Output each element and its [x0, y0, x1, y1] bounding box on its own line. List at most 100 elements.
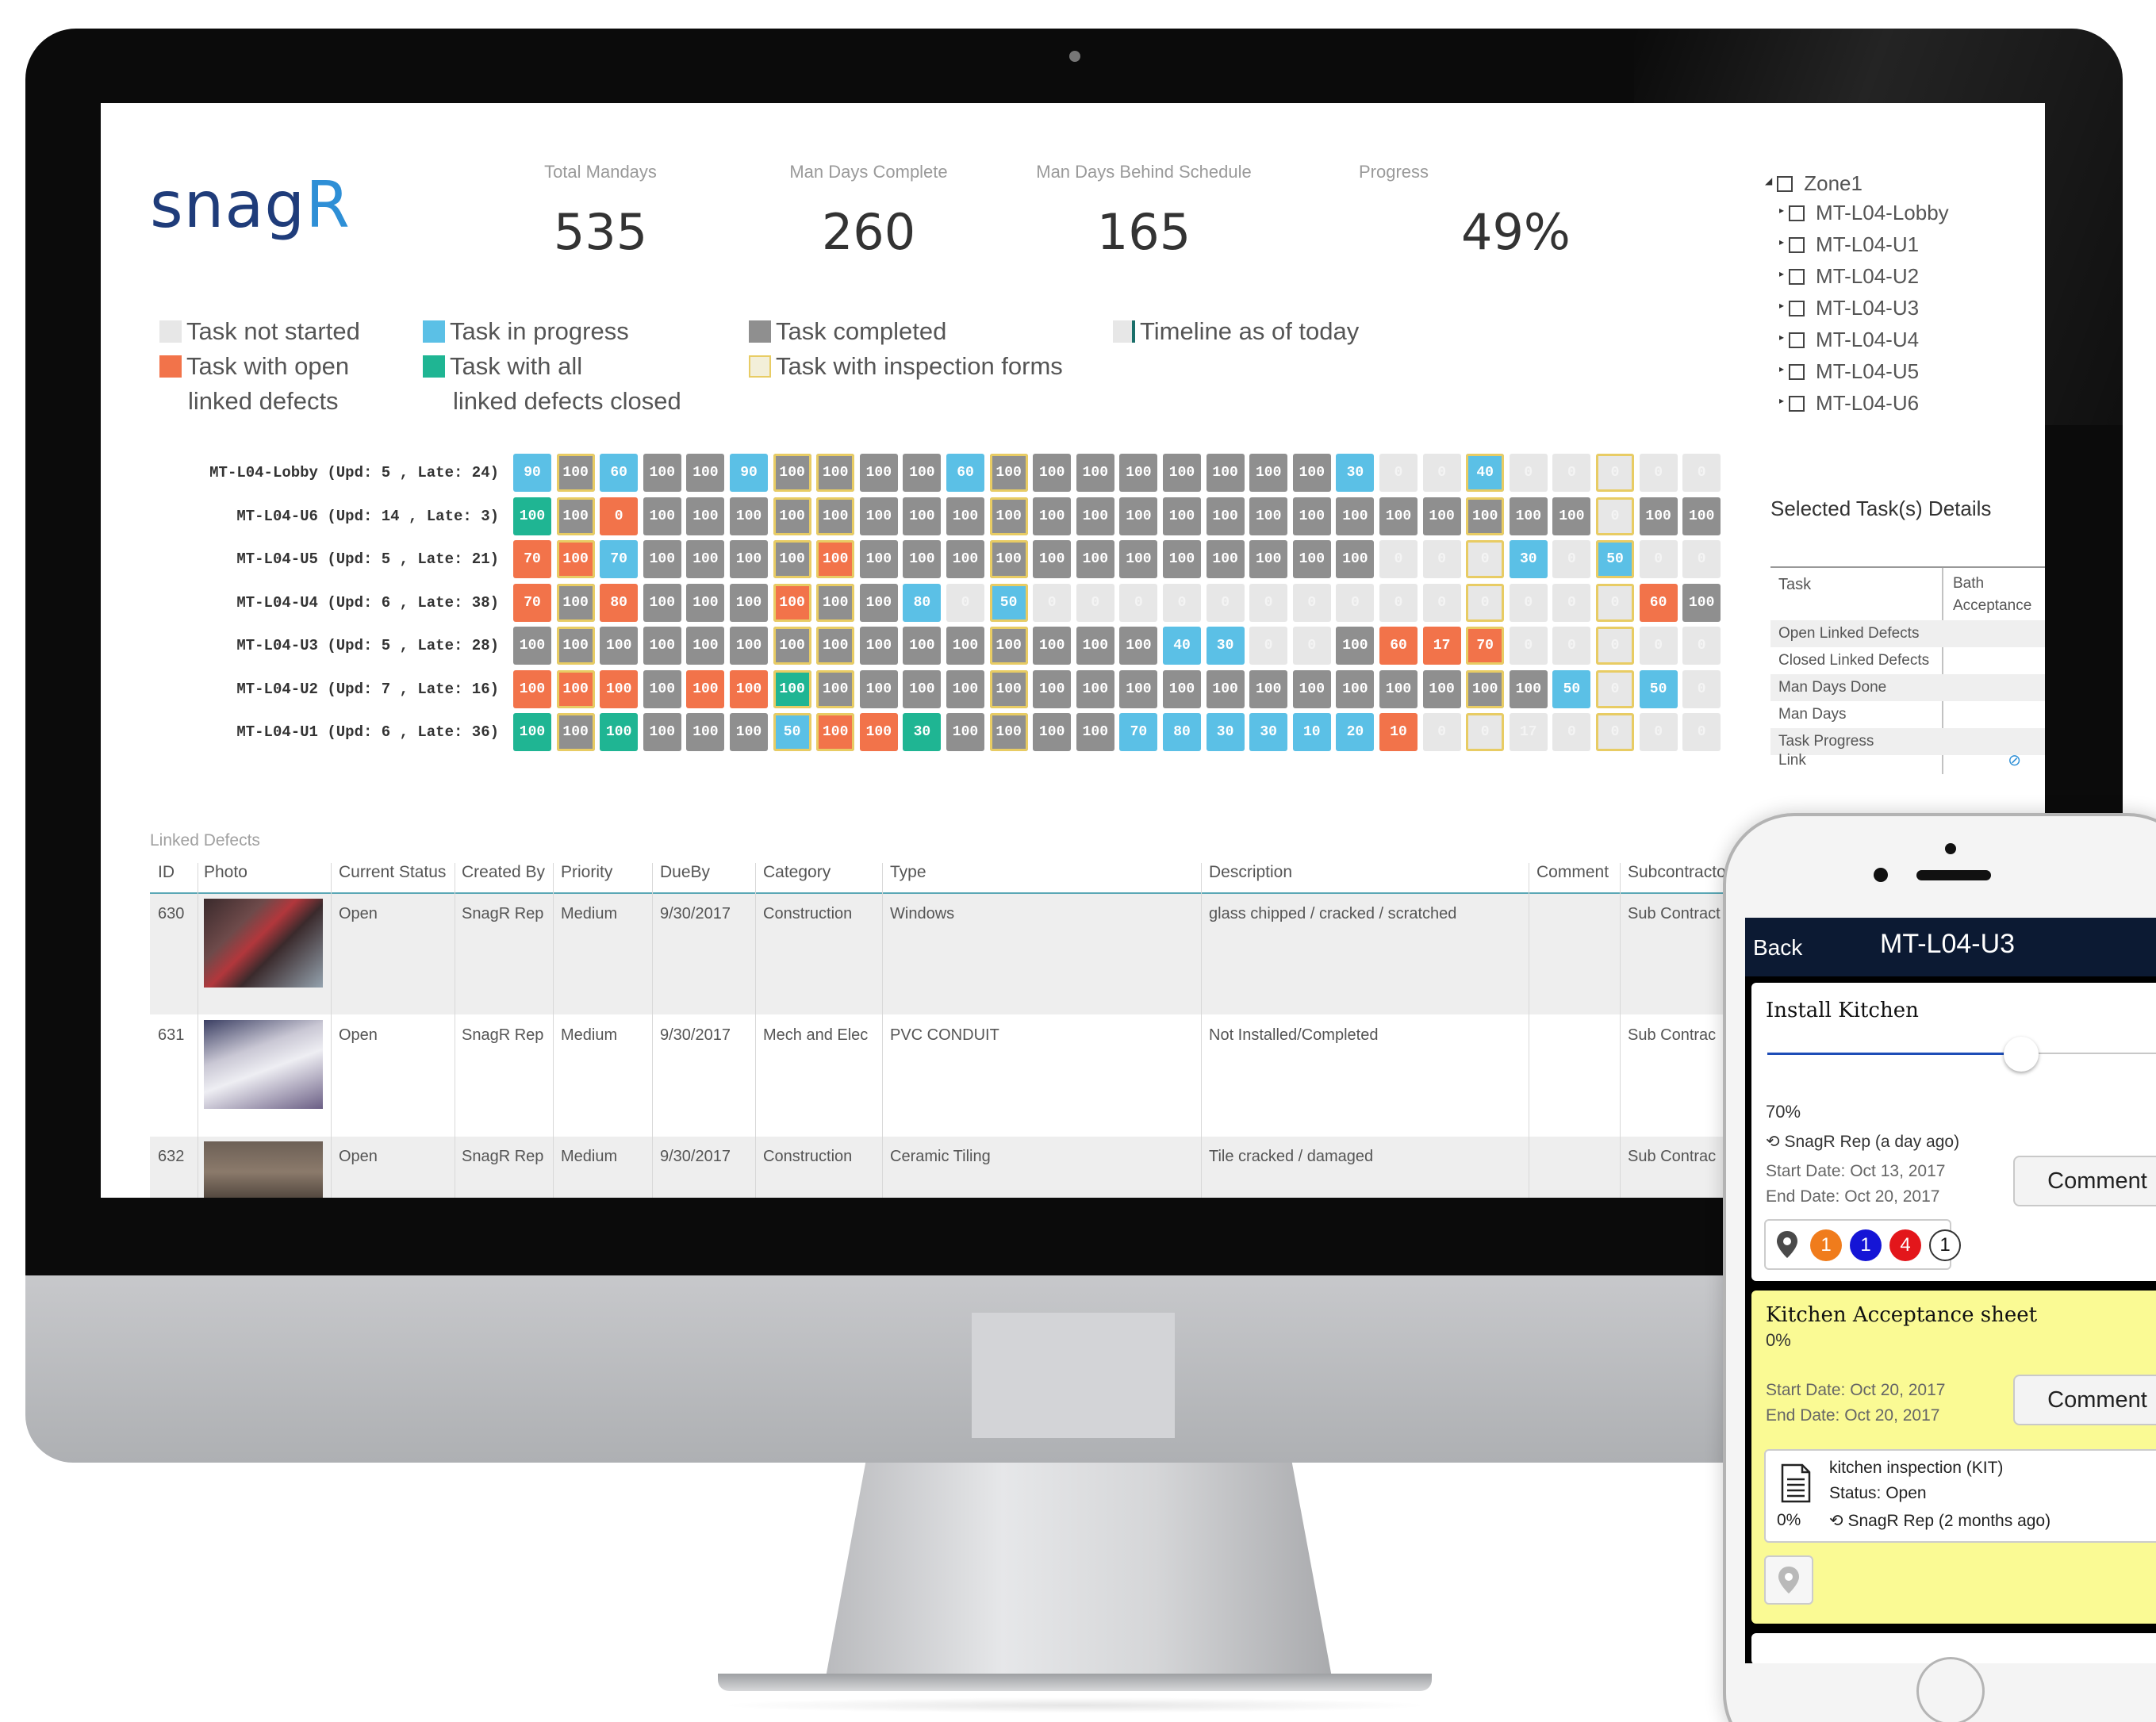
task-cell[interactable]: 90: [730, 454, 768, 492]
task-cell[interactable]: 0: [1596, 454, 1634, 492]
task-cell[interactable]: 100: [1379, 497, 1418, 535]
task-cell[interactable]: 100: [643, 583, 681, 622]
expand-arrow-icon[interactable]: ▸: [1779, 291, 1784, 320]
task-cell[interactable]: 100: [556, 713, 595, 751]
task-cell[interactable]: 0: [1596, 583, 1634, 622]
task-card-kitchen-acceptance[interactable]: Kitchen Acceptance sheet 0% Start Date: …: [1751, 1291, 2156, 1624]
task-cell[interactable]: 100: [946, 713, 984, 751]
task-cell[interactable]: 60: [946, 454, 984, 492]
task-cell[interactable]: 100: [513, 669, 551, 708]
task-cell[interactable]: 100: [1119, 454, 1158, 492]
task-cell[interactable]: 100: [686, 540, 725, 578]
task-cell[interactable]: 100: [1033, 713, 1072, 751]
task-cell[interactable]: 100: [1292, 669, 1331, 708]
task-cell[interactable]: 100: [1292, 454, 1331, 492]
task-cell[interactable]: 100: [556, 540, 595, 578]
task-cell[interactable]: 100: [1422, 497, 1461, 535]
task-cell[interactable]: 100: [1076, 713, 1114, 751]
task-cell[interactable]: 100: [1336, 540, 1375, 578]
task-cell[interactable]: 100: [859, 540, 898, 578]
task-cell[interactable]: 100: [556, 454, 595, 492]
task-cell[interactable]: 100: [1163, 454, 1201, 492]
task-cell[interactable]: 50: [1596, 540, 1634, 578]
task-cell[interactable]: 100: [946, 669, 984, 708]
checkbox[interactable]: [1789, 396, 1805, 412]
task-cell[interactable]: 0: [1119, 583, 1158, 622]
column-header[interactable]: ID: [158, 863, 175, 882]
task-cell[interactable]: 60: [1639, 583, 1678, 622]
task-cell[interactable]: 100: [989, 713, 1028, 751]
task-cell[interactable]: 0: [1509, 454, 1548, 492]
task-cell[interactable]: 0: [1033, 583, 1072, 622]
task-cell[interactable]: 100: [816, 497, 855, 535]
task-cell[interactable]: 100: [1336, 669, 1375, 708]
task-cell[interactable]: 100: [1292, 497, 1331, 535]
task-cell[interactable]: 100: [513, 627, 551, 665]
task-cell[interactable]: 100: [730, 627, 768, 665]
task-cell[interactable]: 50: [773, 713, 811, 751]
task-cell[interactable]: 30: [903, 713, 942, 751]
task-cell[interactable]: 0: [1639, 713, 1678, 751]
column-header[interactable]: Created By: [462, 863, 545, 882]
task-cell[interactable]: 100: [643, 713, 681, 751]
task-cell[interactable]: 100: [989, 540, 1028, 578]
task-cell[interactable]: 100: [1682, 583, 1721, 622]
task-cell[interactable]: 0: [1552, 713, 1591, 751]
task-cell[interactable]: 0: [1682, 454, 1721, 492]
task-cell[interactable]: 100: [1466, 669, 1505, 708]
task-cell[interactable]: 0: [1422, 583, 1461, 622]
task-cell[interactable]: 100: [816, 669, 855, 708]
task-cell[interactable]: 40: [1466, 454, 1505, 492]
task-cell[interactable]: 100: [730, 540, 768, 578]
task-cell[interactable]: 0: [1206, 583, 1245, 622]
task-cell[interactable]: 100: [1249, 540, 1288, 578]
task-cell[interactable]: 100: [556, 497, 595, 535]
column-header[interactable]: Comment: [1536, 863, 1609, 882]
task-cell[interactable]: 100: [773, 669, 811, 708]
task-cell[interactable]: 0: [1379, 583, 1418, 622]
task-cell[interactable]: 0: [1682, 713, 1721, 751]
task-cell[interactable]: 100: [1509, 669, 1548, 708]
tree-item-unit[interactable]: ▸ MT-L04-U2: [1779, 259, 1919, 290]
task-cell[interactable]: 30: [1206, 627, 1245, 665]
column-header[interactable]: Priority: [561, 863, 612, 882]
task-cell[interactable]: 100: [1379, 669, 1418, 708]
task-cell[interactable]: 100: [556, 669, 595, 708]
task-cell[interactable]: 100: [859, 669, 898, 708]
task-cell[interactable]: 100: [816, 713, 855, 751]
task-cell[interactable]: 100: [556, 627, 595, 665]
expand-arrow-icon[interactable]: ▸: [1779, 259, 1784, 288]
comment-button[interactable]: Comment: [2013, 1156, 2156, 1206]
task-cell[interactable]: 0: [600, 497, 639, 535]
task-cell[interactable]: 100: [1639, 497, 1678, 535]
expand-arrow-icon[interactable]: ▸: [1779, 323, 1784, 351]
task-cell[interactable]: 100: [903, 454, 942, 492]
comment-button[interactable]: Comment: [2013, 1375, 2156, 1425]
task-cell[interactable]: 100: [859, 497, 898, 535]
task-cell[interactable]: 100: [773, 497, 811, 535]
defect-photo[interactable]: [204, 1141, 323, 1198]
location-pin-icon[interactable]: [1775, 1230, 1799, 1259]
task-cell[interactable]: 100: [1119, 497, 1158, 535]
task-cell[interactable]: 80: [600, 583, 639, 622]
task-cell[interactable]: 0: [1639, 540, 1678, 578]
task-cell[interactable]: 100: [903, 627, 942, 665]
task-cell[interactable]: 100: [946, 540, 984, 578]
task-cell[interactable]: 0: [1292, 583, 1331, 622]
task-cell[interactable]: 100: [989, 627, 1028, 665]
tree-item-unit[interactable]: ▸ MT-L04-Lobby: [1779, 196, 1949, 227]
task-cell[interactable]: 60: [600, 454, 639, 492]
task-cell[interactable]: 70: [1466, 627, 1505, 665]
task-cell[interactable]: 0: [1682, 540, 1721, 578]
task-cell[interactable]: 0: [1552, 454, 1591, 492]
task-cell[interactable]: 0: [1509, 627, 1548, 665]
task-cell[interactable]: 0: [1639, 454, 1678, 492]
task-cell[interactable]: 100: [1206, 669, 1245, 708]
task-cell[interactable]: 100: [1163, 540, 1201, 578]
task-cell[interactable]: 30: [1249, 713, 1288, 751]
task-cell[interactable]: 100: [1163, 669, 1201, 708]
task-cell[interactable]: 0: [1422, 540, 1461, 578]
task-cell[interactable]: 100: [730, 497, 768, 535]
task-cell[interactable]: 100: [903, 497, 942, 535]
task-cell[interactable]: 100: [1682, 497, 1721, 535]
